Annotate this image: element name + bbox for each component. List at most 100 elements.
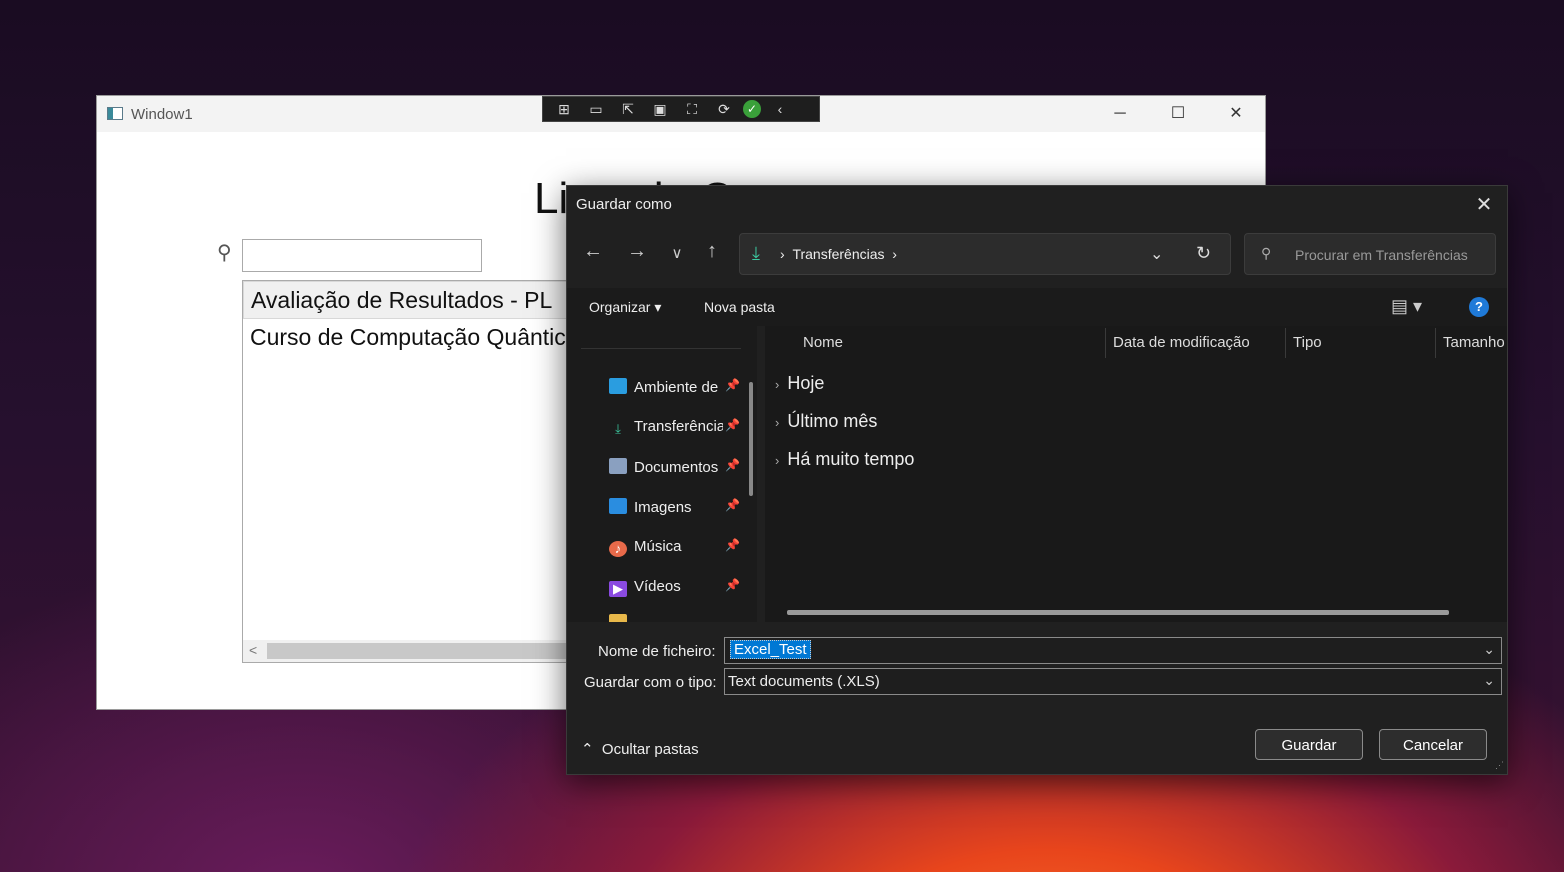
dialog-title: Guardar como <box>576 196 672 213</box>
course-list[interactable]: Avaliação de Resultados - PL Curso de Co… <box>242 280 582 663</box>
scroll-thumb[interactable] <box>267 643 577 659</box>
pin-icon: 📌 <box>723 578 740 592</box>
new-folder-button[interactable]: Nova pasta <box>704 299 775 315</box>
pin-icon: 📌 <box>723 458 740 472</box>
breadcrumb[interactable]: › Transferências › <box>780 246 897 262</box>
pictures-icon <box>609 498 627 514</box>
hide-folders-label: Ocultar pastas <box>601 741 699 758</box>
group-label: Hoje <box>787 373 825 393</box>
nav-item-label: Ambiente de <box>634 379 719 396</box>
dialog-close-button[interactable]: ✕ <box>1471 192 1497 217</box>
column-type[interactable]: Tipo <box>1293 334 1322 351</box>
navigation-pane: Ambiente de 📌 ⤓ Transferência 📌 Documentos 📌… <box>567 326 757 622</box>
nav-item-label: Imagens <box>634 499 692 516</box>
search-box[interactable]: ⚲ Procurar em Transferências <box>1244 233 1496 275</box>
horizontal-scrollbar[interactable]: < <box>243 640 581 662</box>
minimize-button[interactable]: ─ <box>1091 96 1149 132</box>
recent-locations-icon[interactable]: ∨ <box>663 244 691 262</box>
nav-item-folder[interactable] <box>609 614 749 622</box>
filetype-value[interactable]: Text documents (.XLS) <box>728 673 880 690</box>
nav-item-downloads[interactable]: ⤓ Transferência 📌 <box>609 418 749 442</box>
hot-reload-icon[interactable]: ⟳ <box>711 101 737 118</box>
maximize-button[interactable]: ☐ <box>1149 96 1207 132</box>
filetype-label: Guardar com o tipo: <box>584 674 717 691</box>
close-button[interactable]: ✕ <box>1207 96 1265 132</box>
pin-icon: 📌 <box>723 538 740 552</box>
chevron-down-icon[interactable]: ⌄ <box>1483 672 1495 689</box>
save-button[interactable]: Guardar <box>1255 729 1363 760</box>
column-divider[interactable] <box>1435 328 1436 358</box>
file-list: Nome Data de modificação Tipo Tamanho › H… <box>765 326 1507 622</box>
nav-item-label: Música <box>634 538 682 555</box>
collapse-icon[interactable]: ‹ <box>767 101 793 117</box>
cancel-button[interactable]: Cancelar <box>1379 729 1487 760</box>
group-header[interactable]: › Há muito tempo <box>775 449 914 470</box>
pin-icon: 📌 <box>723 378 740 392</box>
address-bar[interactable]: ⤓ › Transferências › ⌄ ↻ <box>739 233 1231 275</box>
display-layout-icon[interactable]: ▣ <box>647 101 673 118</box>
help-icon[interactable]: ? <box>1469 297 1489 317</box>
up-arrow-icon[interactable]: ↑ <box>698 240 726 263</box>
hide-folders-toggle[interactable]: ⌃ Ocultar pastas <box>581 740 699 758</box>
app-icon <box>107 107 123 120</box>
organize-menu[interactable]: Organizar ▾ <box>589 299 661 316</box>
filename-value[interactable]: Excel_Test <box>730 640 811 659</box>
music-icon: ♪ <box>609 541 627 557</box>
camera-icon[interactable]: ▭ <box>583 101 609 118</box>
search-input[interactable] <box>242 239 482 272</box>
folder-icon <box>609 614 627 622</box>
column-divider[interactable] <box>1285 328 1286 358</box>
chevron-right-icon[interactable]: › <box>775 377 779 392</box>
scroll-left-icon[interactable]: < <box>249 642 257 658</box>
list-item[interactable]: Avaliação de Resultados - PL <box>243 281 581 319</box>
download-icon: ⤓ <box>752 243 760 263</box>
resize-grip-icon[interactable]: ⋰ <box>1495 760 1504 771</box>
forward-arrow-icon[interactable]: → <box>623 240 651 263</box>
chevron-down-icon[interactable]: ⌄ <box>1150 244 1163 264</box>
search-icon: ⚲ <box>217 242 232 264</box>
refresh-icon[interactable]: ↻ <box>1196 243 1211 264</box>
nav-item-label: Vídeos <box>634 578 681 595</box>
column-size[interactable]: Tamanho <box>1443 334 1505 351</box>
nav-item-desktop[interactable]: Ambiente de 📌 <box>609 378 749 402</box>
nav-item-videos[interactable]: ▶ Vídeos 📌 <box>609 578 749 602</box>
chevron-up-icon: ⌃ <box>581 741 594 758</box>
pin-icon: 📌 <box>723 498 740 512</box>
track-focus-icon[interactable]: ⛶ <box>679 101 705 118</box>
pin-icon: 📌 <box>723 418 740 432</box>
back-arrow-icon[interactable]: ← <box>579 240 607 263</box>
group-label: Há muito tempo <box>787 449 915 469</box>
group-header[interactable]: › Último mês <box>775 411 877 432</box>
breadcrumb-folder[interactable]: Transferências <box>792 246 884 262</box>
chevron-right-icon[interactable]: › <box>775 415 779 430</box>
nav-item-label: Transferência <box>634 418 726 435</box>
group-header[interactable]: › Hoje <box>775 373 824 394</box>
column-name[interactable]: Nome <box>803 334 843 351</box>
visual-tree-icon[interactable]: ⊞ <box>551 101 577 118</box>
chevron-right-icon[interactable]: › <box>775 453 779 468</box>
chevron-down-icon[interactable]: ⌄ <box>1483 641 1495 658</box>
debug-toolbar: ⊞ ▭ ⇱ ▣ ⛶ ⟳ ✓ ‹ <box>542 96 820 122</box>
nav-item-music[interactable]: ♪ Música 📌 <box>609 538 749 562</box>
download-icon: ⤓ <box>615 421 621 436</box>
check-icon[interactable]: ✓ <box>743 100 761 118</box>
select-element-icon[interactable]: ⇱ <box>615 101 641 118</box>
column-date[interactable]: Data de modificação <box>1113 334 1250 351</box>
divider <box>581 348 741 349</box>
search-placeholder: Procurar em Transferências <box>1295 247 1468 263</box>
list-item[interactable]: Curso de Computação Quântica <box>243 319 581 355</box>
nav-item-label: Documentos <box>634 459 719 476</box>
command-bar: Organizar ▾ Nova pasta ▤ ▾ ? <box>567 288 1507 326</box>
title-bar[interactable]: Window1 ⊞ ▭ ⇱ ▣ ⛶ ⟳ ✓ ‹ ─ ☐ ✕ <box>97 96 1265 132</box>
nav-scrollbar[interactable] <box>749 382 753 496</box>
filename-label: Nome de ficheiro: <box>598 643 716 660</box>
column-divider[interactable] <box>1105 328 1106 358</box>
view-options-icon[interactable]: ▤ ▾ <box>1391 296 1422 317</box>
filetype-select[interactable]: Text documents (.XLS) ⌄ <box>724 668 1502 695</box>
videos-icon: ▶ <box>609 581 627 597</box>
horizontal-scrollbar[interactable] <box>787 610 1449 615</box>
group-label: Último mês <box>787 411 878 431</box>
filename-field[interactable]: Excel_Test ⌄ <box>724 637 1502 664</box>
nav-item-pictures[interactable]: Imagens 📌 <box>609 498 749 522</box>
nav-item-documents[interactable]: Documentos 📌 <box>609 458 749 482</box>
